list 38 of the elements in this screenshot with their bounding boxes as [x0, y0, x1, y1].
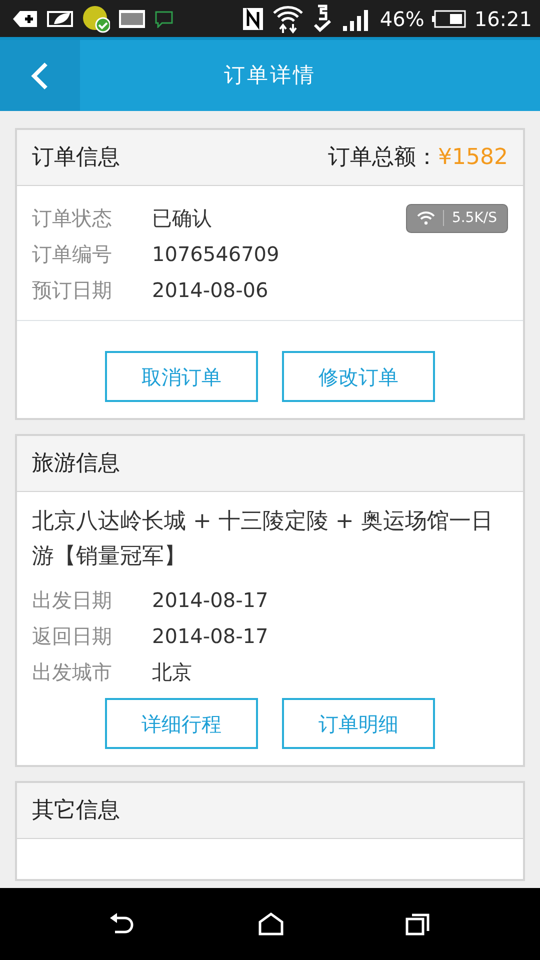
add-tag-icon [12, 8, 38, 28]
action-button[interactable]: 修改订单 [282, 351, 435, 402]
trip-title: 北京八达岭长城 + 十三陵定陵 + 奥运场馆一日游【销量冠军】 [31, 508, 494, 572]
field-value: 1076546709 [152, 241, 280, 268]
action-button[interactable]: 详细行程 [105, 698, 258, 750]
home-icon[interactable] [258, 912, 284, 936]
clock: 16:21 [474, 6, 532, 32]
leaf-battery-icon [46, 8, 74, 28]
recent-apps-icon[interactable] [405, 912, 432, 936]
battery-icon [432, 8, 466, 28]
chat-icon [154, 10, 174, 28]
total-label: 订单总额： [328, 144, 438, 172]
network-check-icon [312, 4, 334, 34]
field-label: 订单编号 [32, 241, 113, 268]
battery-level: 46% [380, 6, 424, 32]
total-amount: ¥1582 [438, 144, 508, 172]
section-title: 旅游信息 [32, 450, 120, 478]
image-icon [118, 8, 146, 28]
action-button[interactable]: 订单明细 [282, 698, 435, 750]
field-value: 2014-08-17 [152, 587, 268, 614]
section-title: 订单信息 [32, 144, 120, 172]
speed-indicator: 5.5K/S [406, 204, 508, 232]
page-title: 订单详情 [223, 62, 317, 89]
section-title: 其它信息 [32, 797, 120, 826]
app-badge-icon [82, 4, 110, 32]
field-label: 出发城市 [32, 659, 113, 686]
field-label: 订单状态 [32, 205, 113, 232]
field-value: 2014-08-17 [152, 623, 268, 650]
field-label: 预订日期 [32, 277, 113, 304]
field-label: 出发日期 [32, 587, 113, 614]
field-value: 已确认 [152, 205, 212, 232]
field-label: 返回日期 [32, 623, 113, 650]
back-button[interactable] [0, 40, 80, 111]
nfc-icon [242, 6, 264, 30]
field-value: 北京 [152, 659, 192, 686]
wifi-icon [272, 4, 304, 34]
action-button[interactable]: 取消订单 [105, 351, 258, 402]
field-value: 2014-08-06 [152, 277, 268, 304]
